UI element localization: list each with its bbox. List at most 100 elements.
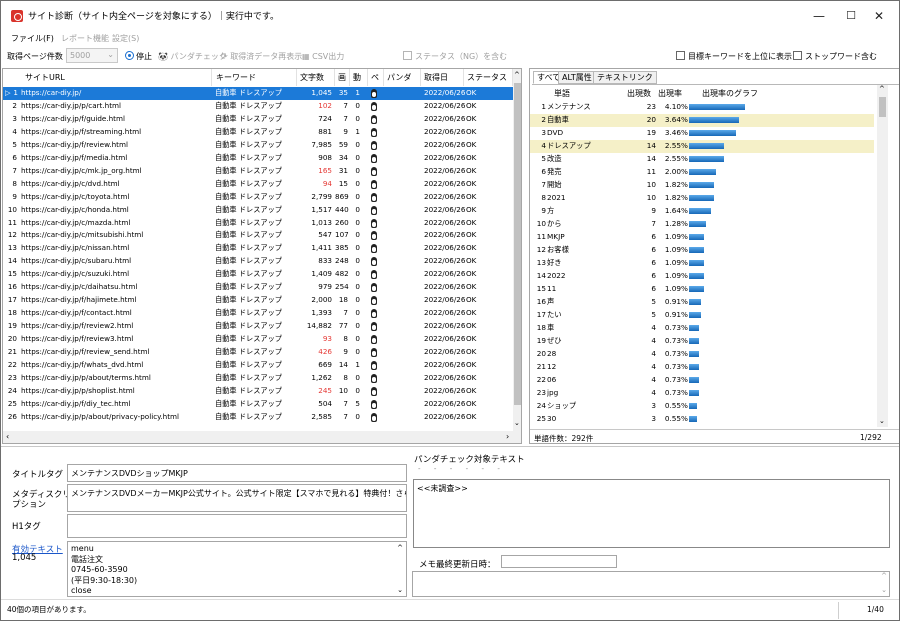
word-row[interactable]: 8 2021 10 1.82% — [530, 192, 874, 205]
close-button[interactable]: ✕ — [859, 5, 899, 27]
table-row[interactable]: 24 https://car-diy.jp/p/shoplist.html 自動車 … — [3, 385, 513, 398]
word-row[interactable]: 23 jpg 4 0.73% — [530, 387, 874, 400]
word-row[interactable]: 3 DVD 19 3.46% — [530, 127, 874, 140]
grid-vertical-scrollbar[interactable]: ^ ⌄ — [513, 69, 521, 431]
table-row[interactable]: 16 https://car-diy.jp/c/daihatsu.html 自動車 … — [3, 281, 513, 294]
tab-textlink[interactable]: テキストリンク — [593, 71, 657, 84]
col-header-url[interactable]: サイトURL — [3, 69, 212, 86]
words-scroll-thumb[interactable] — [879, 97, 886, 117]
csv-export-button[interactable]: ▦ CSV出力 — [302, 51, 344, 62]
grid-horizontal-scrollbar[interactable]: ‹ › — [3, 431, 521, 443]
table-row[interactable]: 19 https://car-diy.jp/f/review2.html 自動車 ド… — [3, 320, 513, 333]
table-row[interactable]: 25 https://car-diy.jp/f/diy_tec.html 自動車 ド… — [3, 398, 513, 411]
table-row[interactable]: 10 https://car-diy.jp/c/honda.html 自動車 ドレス… — [3, 204, 513, 217]
word-row[interactable]: 19 ぜひ 4 0.73% — [530, 335, 874, 348]
table-row[interactable]: 8 https://car-diy.jp/c/dvd.html 自動車 ドレスアップ… — [3, 178, 513, 191]
word-row[interactable]: 18 車 4 0.73% — [530, 322, 874, 335]
scroll-down-icon[interactable]: ⌄ — [881, 586, 887, 594]
word-row[interactable]: 1 メンテナンス 23 4.10% — [530, 101, 874, 114]
panda-check-button[interactable]: 🐼 パンダチェック — [158, 51, 227, 62]
scroll-up-icon[interactable]: ^ — [514, 71, 520, 79]
word-row[interactable]: 5 改造 14 2.55% — [530, 153, 874, 166]
meta-description-field[interactable]: メンテナンスDVDメーカーMKJP公式サイト。公式サイト限定【スマホで見れる】特… — [67, 484, 407, 512]
table-row[interactable]: 15 https://car-diy.jp/c/suzuki.html 自動車 ドレ… — [3, 268, 513, 281]
word-row[interactable]: 7 開始 10 1.82% — [530, 179, 874, 192]
splitter[interactable] — [1, 446, 899, 447]
menu-settings[interactable]: 設定(S) — [112, 33, 139, 44]
table-row[interactable]: 13 https://car-diy.jp/c/nissan.html 自動車 ドレ… — [3, 242, 513, 255]
col-header-date[interactable]: 取得日 — [421, 69, 464, 86]
url-grid[interactable]: サイトURL キーワード 文字数 画 動 ペ パンダ 取得日 ステータス 1 ▷ h… — [2, 68, 522, 444]
col-header-images[interactable]: 画 — [335, 69, 350, 86]
table-row[interactable]: 21 https://car-diy.jp/f/review_send.html 自… — [3, 346, 513, 359]
reshow-button[interactable]: ⟳ 取得済データ再表示 — [221, 51, 302, 62]
col-header-status[interactable]: ステータス — [464, 69, 513, 86]
col-header-movies[interactable]: 動 — [350, 69, 368, 86]
table-row[interactable]: 7 https://car-diy.jp/c/mk.jp_org.html 自動車 … — [3, 165, 513, 178]
tab-alt[interactable]: ALT属性 — [558, 71, 596, 84]
scroll-down-icon[interactable]: ⌄ — [397, 585, 403, 596]
word-row[interactable]: 10 から 7 1.28% — [530, 218, 874, 231]
table-row[interactable]: 23 https://car-diy.jp/p/about/terms.html 自… — [3, 372, 513, 385]
col-header-panda[interactable]: パンダ — [384, 69, 421, 86]
table-row[interactable]: 18 https://car-diy.jp/f/contact.html 自動車 ド… — [3, 307, 513, 320]
table-row[interactable]: 26 https://car-diy.jp/p/about/privacy-pol… — [3, 411, 513, 424]
word-row[interactable]: 24 ショップ 3 0.55% — [530, 400, 874, 413]
scroll-up-icon[interactable]: ^ — [397, 543, 403, 554]
scroll-up-icon[interactable]: ^ — [881, 572, 887, 580]
word-row[interactable]: 14 2022 6 1.09% — [530, 270, 874, 283]
table-row[interactable]: 5 https://car-diy.jp/f/review.html 自動車 ドレス… — [3, 139, 513, 152]
scroll-down-icon[interactable]: ⌄ — [514, 419, 520, 427]
word-row[interactable]: 13 好き 6 1.09% — [530, 257, 874, 270]
valid-text-field[interactable]: menu 電話注文 0745-60-3590 (平日9:30-18:30) cl… — [67, 541, 407, 597]
col-header-graph[interactable]: 出現率のグラフ — [702, 88, 758, 99]
scroll-down-icon[interactable]: ⌄ — [879, 417, 885, 425]
title-tag-field[interactable]: メンテナンスDVDショップMKJP — [67, 464, 407, 482]
menu-report[interactable]: レポート機能 — [61, 33, 109, 44]
col-header-rate[interactable]: 出現率 — [658, 88, 682, 99]
panda-target-tabs[interactable]: - - - - - - — [414, 465, 564, 478]
table-row[interactable]: 11 https://car-diy.jp/c/mazda.html 自動車 ドレス… — [3, 217, 513, 230]
pages-count-select[interactable]: 5000 ⌄ — [66, 48, 118, 63]
panda-target-textarea[interactable]: <<未調査>> — [413, 479, 890, 548]
stop-button[interactable]: 停止 — [125, 51, 152, 62]
table-row[interactable]: 6 https://car-diy.jp/f/media.html 自動車 ドレスア… — [3, 152, 513, 165]
col-header-count[interactable]: 出現数 — [627, 88, 651, 99]
word-row[interactable]: 6 発売 11 2.00% — [530, 166, 874, 179]
table-row[interactable]: 14 https://car-diy.jp/c/subaru.html 自動車 ドレ… — [3, 255, 513, 268]
col-header-chars[interactable]: 文字数 — [297, 69, 335, 86]
memo-updated-field[interactable] — [501, 555, 617, 568]
table-row[interactable]: 1 ▷ https://car-diy.jp/自動車 ドレスアップ 1,045 35 1 2… — [3, 87, 513, 100]
word-row[interactable]: 15 11 6 1.09% — [530, 283, 874, 296]
h1-tag-field[interactable] — [67, 514, 407, 538]
table-row[interactable]: 17 https://car-diy.jp/f/hajimete.html 自動車 … — [3, 294, 513, 307]
word-row[interactable]: 22 06 4 0.73% — [530, 374, 874, 387]
stopword-checkbox[interactable]: ストップワード含む — [793, 51, 877, 62]
scroll-up-icon[interactable]: ^ — [879, 85, 885, 93]
grid-scroll-thumb[interactable] — [514, 83, 521, 405]
word-row[interactable]: 25 30 3 0.55% — [530, 413, 874, 426]
scroll-right-icon[interactable]: › — [506, 432, 509, 441]
target-keyword-checkbox[interactable]: 目標キーワードを上位に表示 — [676, 51, 792, 62]
table-row[interactable]: 9 https://car-diy.jp/c/toyota.html 自動車 ドレス… — [3, 191, 513, 204]
word-row[interactable]: 9 方 9 1.64% — [530, 205, 874, 218]
table-row[interactable]: 22 https://car-diy.jp/f/whats_dvd.html 自動車… — [3, 359, 513, 372]
table-row[interactable]: 4 https://car-diy.jp/f/streaming.html 自動車 … — [3, 126, 513, 139]
table-row[interactable]: 20 https://car-diy.jp/f/review3.html 自動車 ド… — [3, 333, 513, 346]
word-row[interactable]: 2 自動車 20 3.64% — [530, 114, 874, 127]
word-row[interactable]: 20 28 4 0.73% — [530, 348, 874, 361]
col-header-keyword[interactable]: キーワード — [212, 69, 297, 86]
table-row[interactable]: 3 https://car-diy.jp/f/guide.html 自動車 ドレスア… — [3, 113, 513, 126]
word-row[interactable]: 21 12 4 0.73% — [530, 361, 874, 374]
word-row[interactable]: 16 声 5 0.91% — [530, 296, 874, 309]
word-row[interactable]: 17 たい 5 0.91% — [530, 309, 874, 322]
col-header-word[interactable]: 単語 — [554, 88, 570, 99]
table-row[interactable]: 12 https://car-diy.jp/c/mitsubishi.html 自動… — [3, 229, 513, 242]
col-header-pe[interactable]: ペ — [368, 69, 384, 86]
words-vertical-scrollbar[interactable]: ^ ⌄ — [877, 85, 888, 427]
word-row[interactable]: 4 ドレスアップ 14 2.55% — [530, 140, 874, 153]
status-ng-checkbox[interactable]: ステータス（NG）を含む — [403, 51, 507, 62]
memo-textarea[interactable]: ^ ⌄ — [412, 571, 890, 597]
word-row[interactable]: 12 お客様 6 1.09% — [530, 244, 874, 257]
table-row[interactable]: 2 https://car-diy.jp/p/cart.html 自動車 ドレスアッ… — [3, 100, 513, 113]
